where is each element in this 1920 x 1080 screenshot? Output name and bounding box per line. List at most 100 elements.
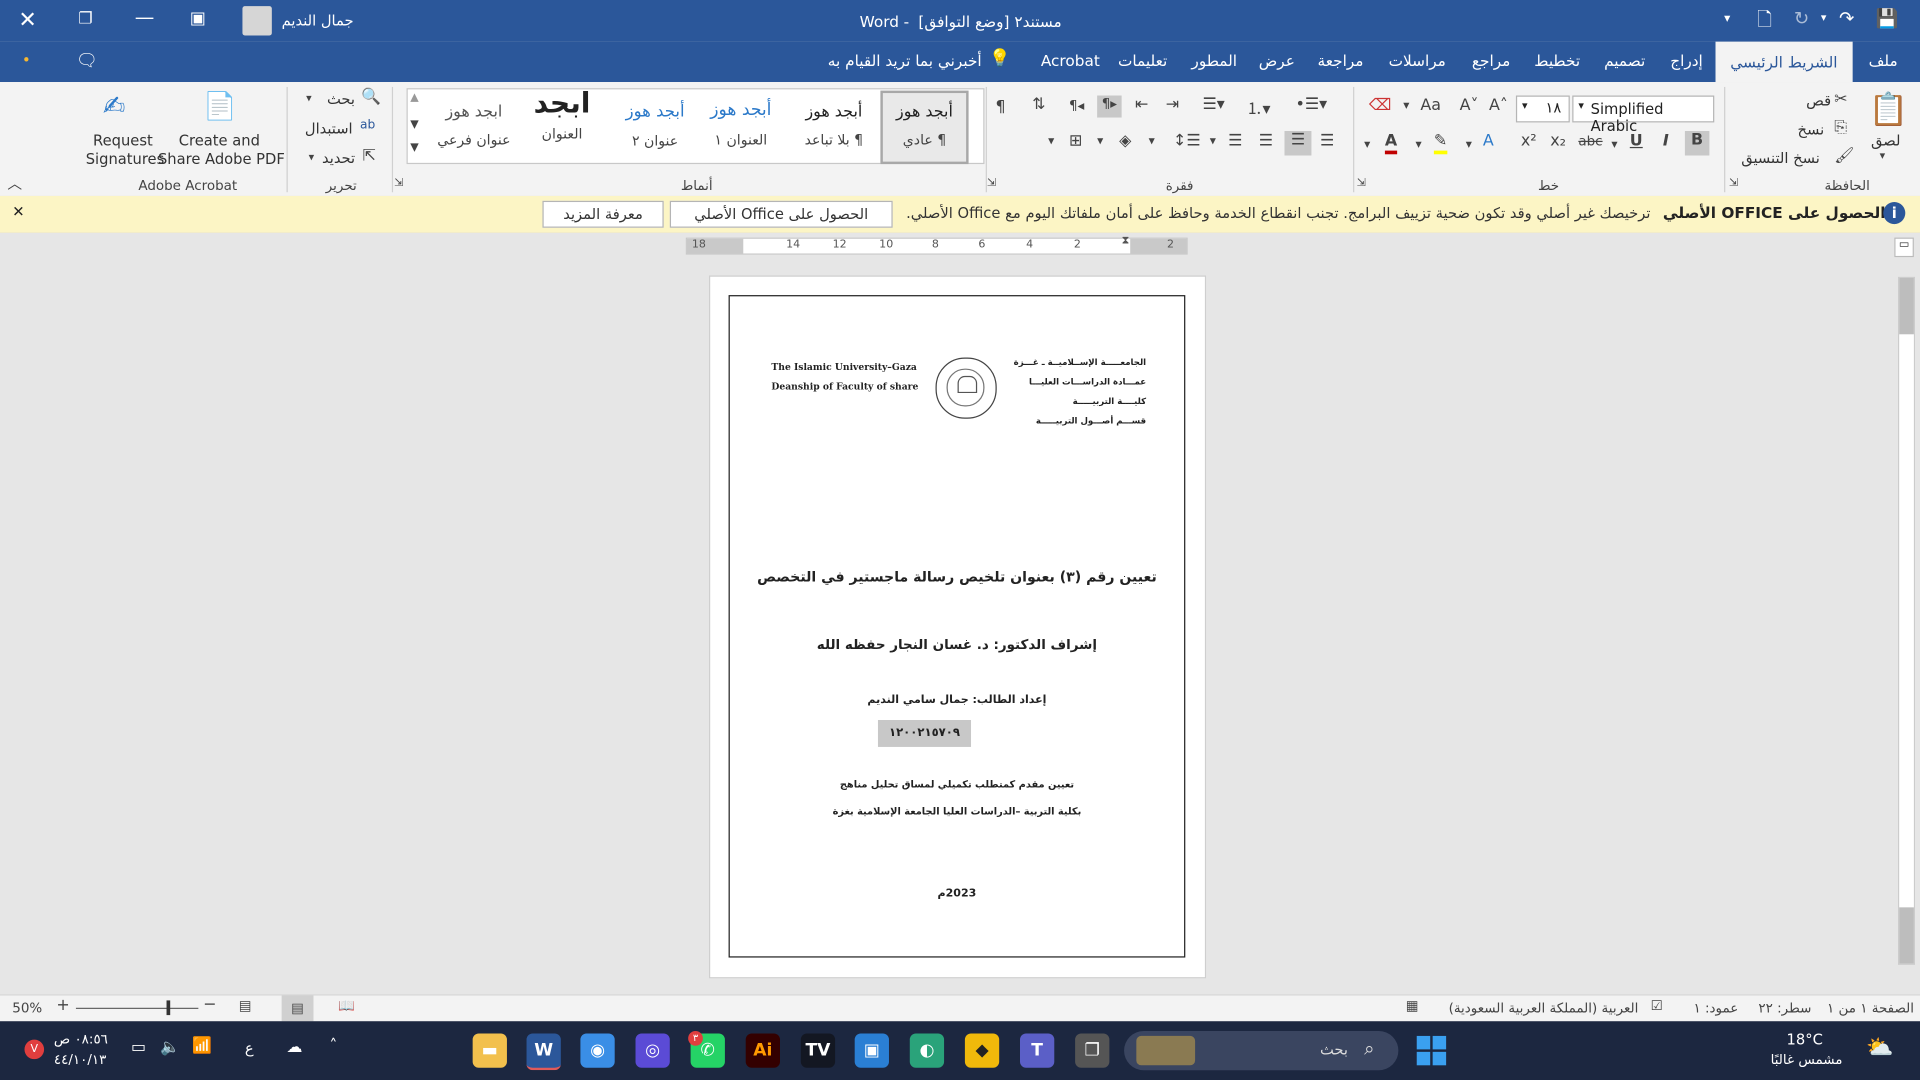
underline-dropdown-icon[interactable]: ▾: [1611, 138, 1617, 151]
highlight-icon[interactable]: ✎: [1433, 132, 1448, 155]
tab-review[interactable]: مراجعة: [1318, 51, 1364, 69]
tab-developer[interactable]: المطور: [1191, 51, 1237, 69]
onedrive-icon[interactable]: ☁: [287, 1038, 303, 1056]
grow-font-icon[interactable]: A˄: [1489, 97, 1508, 115]
restore-window-icon[interactable]: ❐: [78, 10, 92, 28]
comments-icon[interactable]: 🗨: [76, 51, 98, 71]
tab-design[interactable]: تصميم: [1604, 51, 1645, 69]
indent-marker-icon[interactable]: ⧗: [1122, 235, 1130, 247]
format-painter-button[interactable]: نسخ التنسيق: [1741, 149, 1820, 166]
highlight-dropdown-icon[interactable]: ▾: [1416, 138, 1422, 151]
redo-icon[interactable]: ↻: [1794, 7, 1809, 29]
remote-desktop-icon[interactable]: ▣: [854, 1033, 889, 1068]
decrease-indent-icon[interactable]: ⇤: [1135, 96, 1148, 114]
binance-icon[interactable]: ◆: [964, 1033, 1000, 1068]
select-button[interactable]: تحديد: [322, 149, 355, 166]
tab-acrobat[interactable]: Acrobat: [1041, 51, 1100, 69]
clock-time[interactable]: ٠٨:٥٦ ص: [54, 1031, 108, 1047]
document-page[interactable]: The Islamic University–Gaza Deanship of …: [708, 275, 1207, 979]
subscript-icon[interactable]: x₂: [1550, 132, 1566, 150]
shading-icon[interactable]: ◈: [1119, 132, 1131, 150]
style-title[interactable]: ابجد العنوان: [519, 88, 605, 161]
cut-button[interactable]: قص: [1806, 92, 1831, 109]
learn-more-button[interactable]: معرفة المزيد: [542, 200, 664, 228]
edge-icon[interactable]: ◐: [909, 1033, 945, 1068]
ribbon-display-options-icon[interactable]: ▣: [190, 9, 206, 29]
italic-icon[interactable]: I: [1663, 132, 1669, 150]
borders-dropdown-icon[interactable]: ▾: [1048, 135, 1054, 148]
tab-insert[interactable]: إدراج: [1670, 51, 1703, 69]
word-app-icon[interactable]: W: [526, 1033, 561, 1071]
line-spacing-icon[interactable]: ↕☰: [1173, 132, 1201, 150]
borders-icon[interactable]: ⊞: [1069, 132, 1082, 150]
zoom-slider[interactable]: [75, 1007, 199, 1009]
tab-home[interactable]: الشريط الرئيسي: [1715, 41, 1853, 83]
style-subtitle[interactable]: ابجد هوز عنوان فرعي: [431, 93, 517, 162]
shading-dropdown-icon[interactable]: ▾: [1097, 135, 1103, 148]
font-name-dropdown-icon[interactable]: ▾: [1578, 100, 1584, 112]
find-button[interactable]: بحث: [327, 91, 355, 108]
print-layout-icon[interactable]: ▤: [281, 995, 314, 1022]
teams-icon[interactable]: T: [1020, 1033, 1055, 1068]
rtl-direction-icon[interactable]: ¶◂: [1069, 98, 1084, 114]
tab-help[interactable]: تعليمات: [1118, 51, 1167, 69]
get-genuine-office-button[interactable]: الحصول على Office الأصلي: [669, 200, 893, 228]
weather-description[interactable]: مشمس غالبًا: [1771, 1052, 1843, 1068]
file-explorer-icon[interactable]: ▬: [472, 1033, 507, 1068]
strikethrough-icon[interactable]: abc: [1578, 133, 1602, 149]
messenger-icon[interactable]: ◎: [635, 1033, 670, 1068]
tab-references[interactable]: مراجع: [1472, 51, 1511, 69]
tell-me-box[interactable]: أخبرني بما تريد القيام به: [828, 51, 982, 69]
page-indicator[interactable]: الصفحة ١ من ١: [1827, 1000, 1914, 1016]
styles-scroll-down-icon[interactable]: ▼: [410, 119, 418, 131]
zoom-level[interactable]: 50%: [12, 1000, 42, 1016]
underline-icon[interactable]: U: [1630, 132, 1643, 150]
tab-view[interactable]: عرض: [1259, 51, 1295, 69]
font-color-icon[interactable]: A: [1384, 132, 1398, 155]
zoom-in-icon[interactable]: +: [56, 997, 69, 1015]
wifi-icon[interactable]: 📶: [192, 1037, 212, 1055]
new-document-icon[interactable]: 🗋: [1757, 7, 1772, 38]
font-launcher-icon[interactable]: ⇲: [1729, 178, 1738, 190]
bullets-icon[interactable]: •☰▾: [1296, 96, 1328, 114]
style-no-spacing[interactable]: أبجد هوز ¶ بلا تباعد: [791, 93, 877, 162]
text-effects-dropdown-icon[interactable]: ▾: [1466, 138, 1472, 151]
proofing-icon[interactable]: ☑: [1651, 998, 1663, 1014]
align-left-icon[interactable]: ☰: [1259, 132, 1273, 150]
save-icon[interactable]: 💾: [1876, 7, 1899, 29]
show-hidden-icons-icon[interactable]: ˄: [329, 1037, 337, 1055]
ltr-direction-icon[interactable]: ¶▸: [1097, 95, 1122, 118]
minimize-window-icon[interactable]: —: [135, 5, 155, 28]
taskbar-search-box[interactable]: بحث ⌕: [1124, 1031, 1399, 1071]
tab-file[interactable]: ملف: [1869, 51, 1898, 69]
tab-layout[interactable]: تخطيط: [1534, 51, 1580, 69]
clear-formatting-icon[interactable]: ⌫: [1369, 97, 1392, 115]
multilevel-list-icon[interactable]: ☰▾: [1202, 96, 1224, 114]
shrink-font-icon[interactable]: A˅: [1460, 97, 1479, 115]
customize-qat-icon[interactable]: ▾: [1724, 12, 1730, 25]
close-window-icon[interactable]: ✕: [18, 7, 36, 33]
justify-icon[interactable]: ☰: [1228, 132, 1242, 150]
change-case-icon[interactable]: Aa: [1420, 97, 1441, 115]
create-pdf-line2[interactable]: Share Adobe PDF: [158, 151, 285, 168]
replace-button[interactable]: استبدال: [305, 120, 353, 137]
paste-button[interactable]: لصق: [1871, 132, 1900, 149]
illustrator-icon[interactable]: Ai: [745, 1033, 781, 1068]
battery-icon[interactable]: ▭: [131, 1038, 146, 1056]
request-signatures-line2[interactable]: Signatures: [86, 151, 165, 168]
chrome-icon[interactable]: ◉: [580, 1033, 615, 1068]
align-right-icon[interactable]: ☰: [1320, 132, 1334, 150]
start-button-icon[interactable]: [1416, 1035, 1447, 1066]
weather-icon[interactable]: ⛅: [1866, 1035, 1893, 1061]
select-dropdown-icon[interactable]: ▾: [309, 152, 315, 164]
style-normal[interactable]: أبجد هوز ¶ عادي: [880, 90, 969, 165]
undo-dropdown-icon[interactable]: ▾: [1821, 12, 1827, 24]
text-effects-icon[interactable]: A: [1483, 132, 1494, 150]
tab-mailings[interactable]: مراسلات: [1389, 51, 1446, 69]
line-spacing-dropdown-icon[interactable]: ▾: [1149, 135, 1155, 148]
create-pdf-line1[interactable]: Create and: [179, 132, 260, 149]
read-mode-icon[interactable]: 📖: [338, 998, 355, 1014]
show-formatting-icon[interactable]: ¶: [996, 98, 1006, 116]
volume-icon[interactable]: 🔈: [160, 1038, 180, 1056]
zoom-slider-thumb[interactable]: [166, 1000, 171, 1016]
